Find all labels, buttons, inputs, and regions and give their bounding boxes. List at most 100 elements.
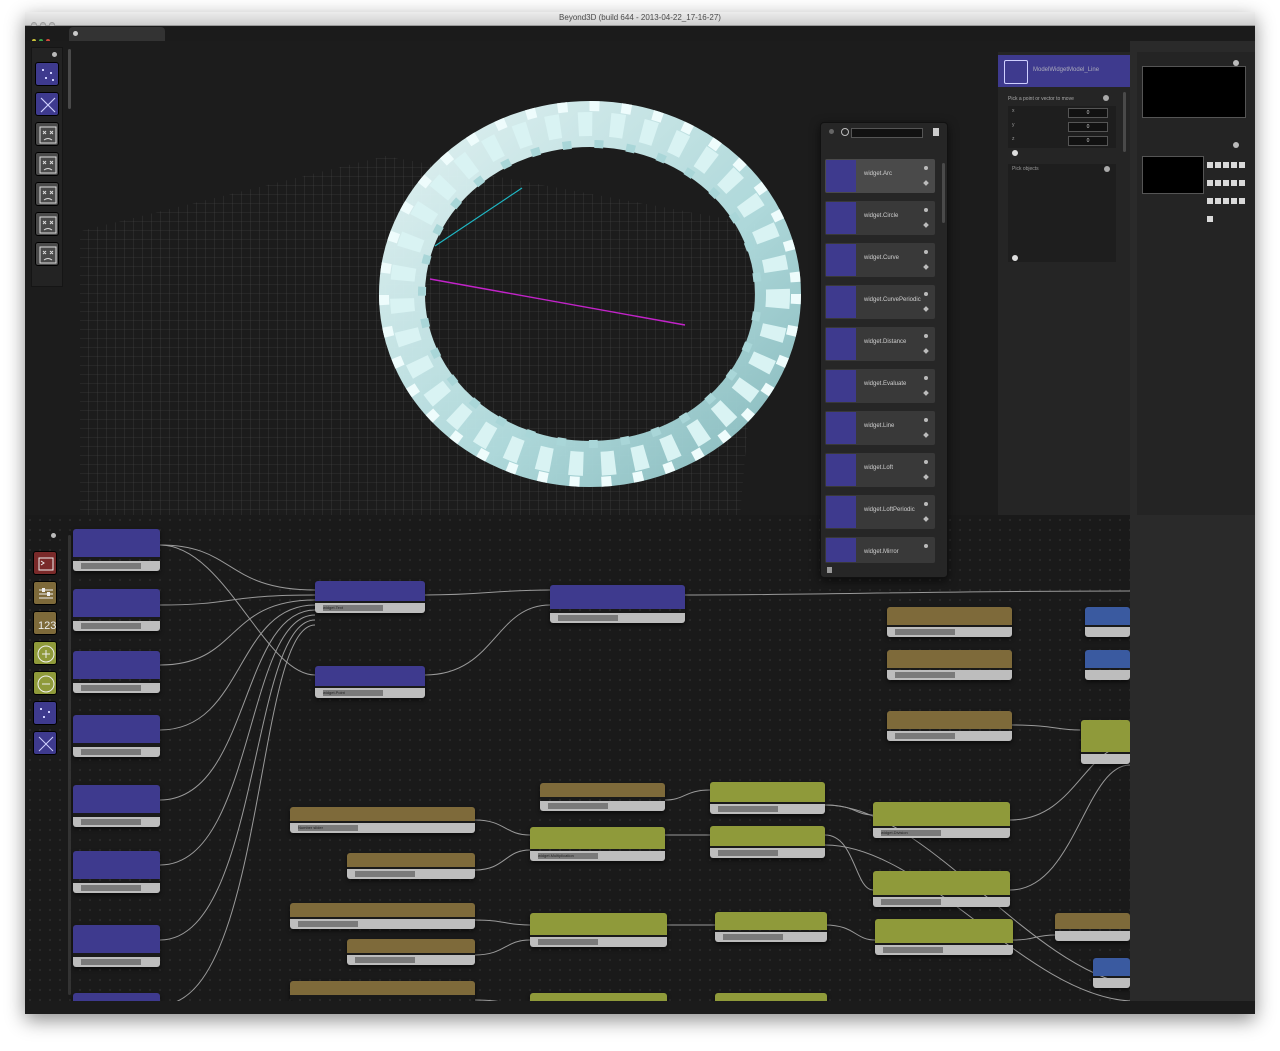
multiplication-node[interactable]: widget.Multiplication (530, 827, 665, 861)
3d-viewport[interactable] (25, 41, 1130, 515)
division-node[interactable]: widget.Division (873, 802, 1010, 838)
info-icon[interactable] (924, 544, 928, 548)
pin-icon[interactable] (923, 180, 929, 186)
node-graph[interactable]: 123 widget.Text widget.Point Number slid… (25, 515, 1130, 1001)
slider-node[interactable] (290, 981, 475, 1001)
point-node[interactable] (73, 851, 160, 893)
info-icon[interactable] (924, 376, 928, 380)
pin-icon[interactable] (923, 348, 929, 354)
division-node[interactable] (873, 871, 1010, 907)
sliders-button[interactable] (33, 581, 57, 605)
layout-grid-icon[interactable] (1207, 157, 1247, 229)
info-icon[interactable] (924, 250, 928, 254)
info-icon[interactable] (924, 502, 928, 506)
point-node[interactable] (73, 993, 160, 1001)
x-value-field[interactable]: 0 (1068, 108, 1108, 118)
info-icon[interactable] (924, 208, 928, 212)
number-node[interactable] (887, 650, 1012, 680)
number-node[interactable] (347, 853, 475, 879)
viewport-scrollbar[interactable] (68, 49, 71, 109)
inspector-scrollbar[interactable] (1123, 92, 1126, 152)
gear-icon[interactable] (73, 31, 78, 36)
collapse-icon[interactable] (933, 128, 939, 136)
list-item[interactable]: widget.CurvePeriodic (825, 285, 935, 319)
list-item[interactable]: widget.Loft (825, 453, 935, 487)
pin-icon[interactable] (923, 222, 929, 228)
math-node[interactable] (715, 993, 827, 1001)
info-icon[interactable] (924, 460, 928, 464)
number-node[interactable] (887, 711, 1012, 741)
widget-tool-button[interactable] (35, 242, 59, 266)
number-node[interactable] (1055, 913, 1130, 941)
widget-tool-button[interactable] (35, 152, 59, 176)
list-item[interactable]: widget.Evaluate (825, 369, 935, 403)
line-node-button[interactable] (33, 731, 57, 755)
pin-icon[interactable] (923, 306, 929, 312)
math-node[interactable] (710, 782, 825, 814)
numbers-button[interactable]: 123 (33, 611, 57, 635)
point-node[interactable] (73, 785, 160, 827)
slider-node[interactable] (290, 903, 475, 929)
list-item[interactable]: widget.Mirror (825, 537, 935, 563)
widget-tool-button[interactable] (35, 122, 59, 146)
math-node[interactable] (1081, 720, 1130, 764)
widget-tool-button[interactable] (35, 182, 59, 206)
info-icon[interactable] (924, 418, 928, 422)
gear-icon[interactable] (51, 533, 56, 538)
search-input[interactable] (851, 128, 923, 138)
math-node[interactable] (710, 826, 825, 858)
list-item[interactable]: widget.LoftPeriodic (825, 495, 935, 529)
number-node[interactable] (540, 783, 665, 811)
widget-node[interactable] (550, 585, 685, 623)
trash-icon[interactable] (827, 567, 832, 573)
multiplication-node[interactable] (530, 913, 667, 947)
pin-icon[interactable] (923, 516, 929, 522)
pin-icon[interactable] (923, 390, 929, 396)
pick-objects-box[interactable]: Pick objects (1008, 164, 1116, 262)
scene-canvas[interactable] (25, 41, 1130, 515)
gear-icon[interactable] (829, 129, 834, 134)
math-node[interactable] (875, 919, 1013, 955)
widget-node[interactable] (1093, 958, 1130, 988)
point-node[interactable] (73, 529, 160, 571)
list-scrollbar[interactable] (942, 163, 945, 223)
widget-node[interactable]: widget.Text (315, 581, 425, 613)
widget-node[interactable]: widget.Point (315, 666, 425, 698)
add-node-button[interactable] (33, 641, 57, 665)
point-node[interactable] (73, 651, 160, 693)
document-tab[interactable] (69, 27, 165, 41)
graph-scrollbar[interactable] (68, 535, 71, 995)
widget-tool-button[interactable] (35, 212, 59, 236)
console-button[interactable] (33, 551, 57, 575)
remove-icon[interactable] (1104, 166, 1110, 172)
z-value-field[interactable]: 0 (1068, 136, 1108, 146)
add-icon[interactable] (1012, 255, 1018, 261)
info-icon[interactable] (924, 292, 928, 296)
info-icon[interactable] (924, 166, 928, 170)
gear-icon[interactable] (1233, 142, 1239, 148)
pin-icon[interactable] (923, 432, 929, 438)
list-item[interactable]: widget.Circle (825, 201, 935, 235)
number-node[interactable] (887, 607, 1012, 637)
list-item[interactable]: widget.Curve (825, 243, 935, 277)
widget-node[interactable] (1085, 650, 1130, 680)
pin-icon[interactable] (923, 264, 929, 270)
list-item[interactable]: widget.Line (825, 411, 935, 445)
gear-icon[interactable] (52, 52, 57, 57)
widget-node[interactable] (1085, 607, 1130, 637)
number-node[interactable] (347, 939, 475, 965)
math-node[interactable] (530, 993, 667, 1001)
remove-icon[interactable] (1103, 95, 1109, 101)
point-node[interactable] (73, 715, 160, 757)
slider-node[interactable]: Number slider (290, 807, 475, 833)
points-tool-button[interactable] (35, 62, 59, 86)
list-item[interactable]: widget.Arc (825, 159, 935, 193)
math-node[interactable] (715, 912, 827, 942)
point-node[interactable] (73, 589, 160, 631)
subtract-node-button[interactable] (33, 671, 57, 695)
y-value-field[interactable]: 0 (1068, 122, 1108, 132)
line-tool-button[interactable] (35, 92, 59, 116)
point-node[interactable] (73, 925, 160, 967)
add-icon[interactable] (1012, 150, 1018, 156)
info-icon[interactable] (924, 334, 928, 338)
